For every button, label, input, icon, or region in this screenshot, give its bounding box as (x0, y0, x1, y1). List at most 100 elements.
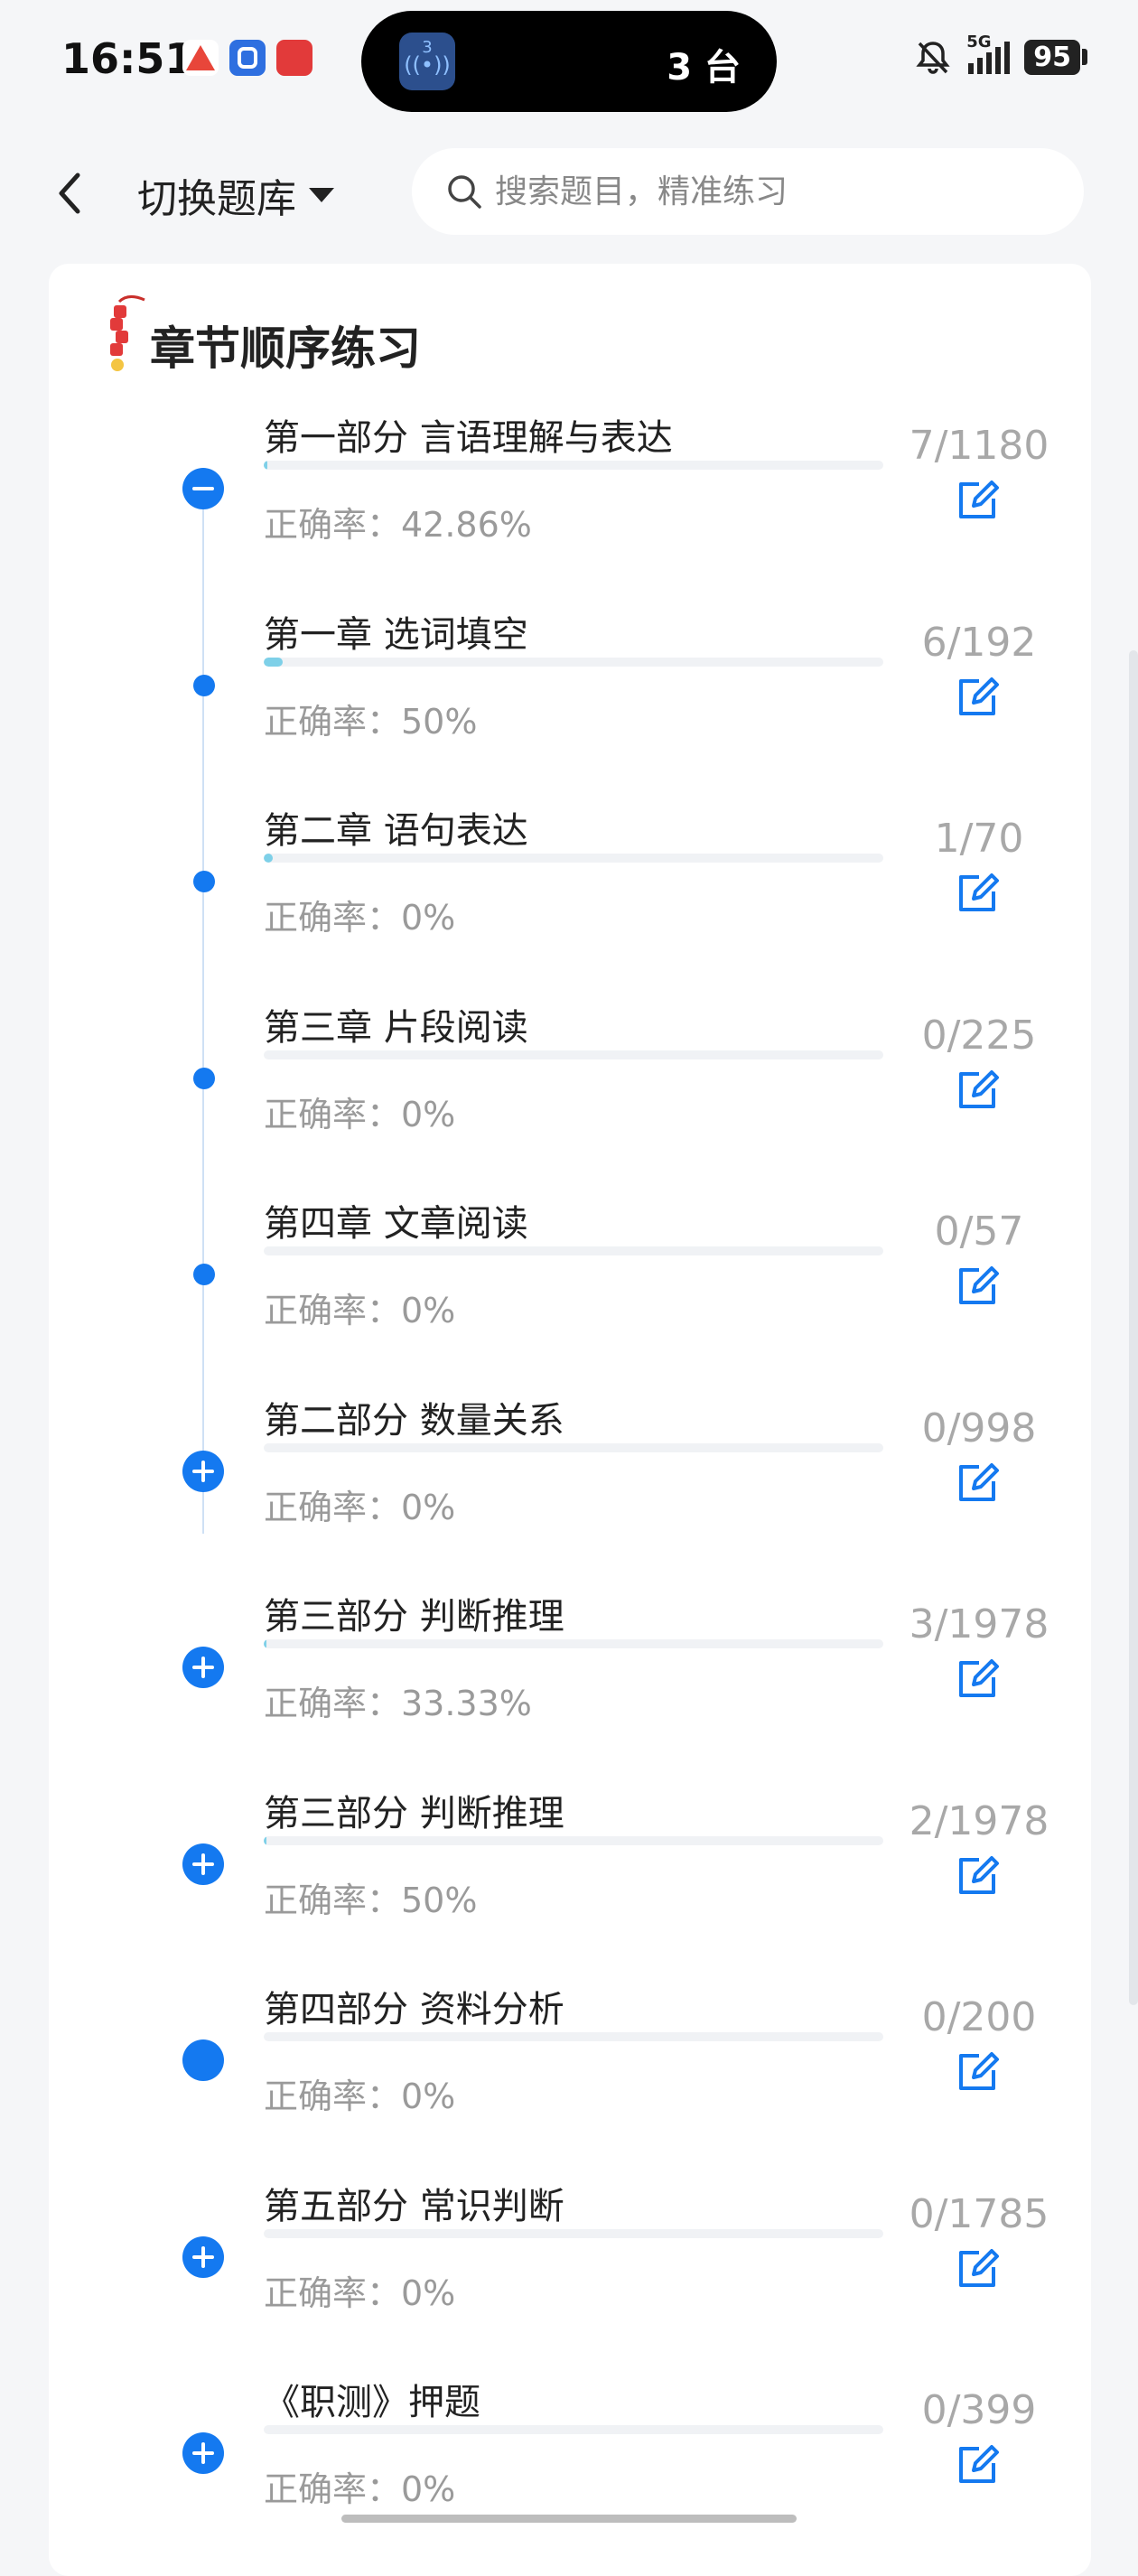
island-text: 3 台 (667, 47, 741, 89)
progress-count: 0/225 (921, 1012, 1037, 1059)
progress-count: 1/70 (934, 816, 1024, 862)
edit-icon[interactable] (952, 2440, 1003, 2490)
edit-icon[interactable] (952, 1458, 1003, 1508)
chapter-title: 第二部分 数量关系 (264, 1399, 564, 1442)
broadcast-icon: 3 ((•)) (399, 33, 455, 90)
chapter-title: 第一章 选词填空 (264, 613, 528, 656)
chapter-title: 第五部分 常识判断 (264, 2185, 564, 2227)
expand-icon[interactable] (182, 1843, 224, 1885)
chapter-title: 第三部分 判断推理 (264, 1792, 564, 1834)
dynamic-island[interactable]: 3 ((•)) 3 台 (361, 11, 777, 112)
expand-icon[interactable] (182, 1647, 224, 1688)
progress-count: 7/1180 (909, 423, 1049, 469)
chapter-card: 章节顺序练习 第一部分 言语理解与表达 正确率：42.86% 7/1180 第一… (49, 264, 1091, 2576)
progress-bar (264, 2032, 883, 2041)
accuracy-text: 正确率：0% (264, 2273, 456, 2313)
edit-icon[interactable] (952, 1654, 1003, 1704)
waves-glyph: ((•)) (404, 52, 451, 78)
progress-count: 3/1978 (909, 1601, 1049, 1647)
progress-fill (264, 854, 273, 863)
edit-icon[interactable] (952, 2047, 1003, 2097)
edit-icon[interactable] (952, 475, 1003, 526)
chapter-title: 第三章 片段阅读 (264, 1006, 528, 1049)
chapter-row-2[interactable]: 第一章 选词填空 正确率：50% 6/192 (49, 593, 1091, 789)
collapse-icon[interactable] (182, 468, 224, 509)
search-input[interactable] (493, 172, 1039, 211)
progress-bar (264, 2228, 883, 2238)
chapter-row-6[interactable]: 第二部分 数量关系 正确率：0% 0/998 (49, 1378, 1091, 1575)
progress-bar (264, 1246, 883, 1255)
timeline-dot (193, 674, 215, 696)
progress-bar (264, 1639, 883, 1648)
accuracy-text: 正确率：0% (264, 2469, 456, 2509)
notification-icons (182, 40, 312, 76)
progress-bar (264, 1050, 883, 1059)
accuracy-text: 正确率：42.86% (264, 505, 532, 545)
progress-count: 2/1978 (909, 1797, 1049, 1844)
chapter-row-4[interactable]: 第三章 片段阅读 正确率：0% 0/225 (49, 985, 1091, 1182)
expand-icon[interactable] (182, 2432, 224, 2474)
timeline-dot (193, 1067, 215, 1089)
progress-bar (264, 1835, 883, 1845)
progress-bar (264, 2425, 883, 2434)
network-type: 5G (966, 33, 992, 51)
chapter-row-5[interactable]: 第四章 文章阅读 正确率：0% 0/57 (49, 1181, 1091, 1378)
battery-nub (1082, 49, 1087, 65)
progress-bar (264, 657, 883, 667)
switch-bank-label: 切换题库 (137, 176, 296, 222)
progress-fill (264, 1835, 266, 1845)
chapter-row-8[interactable]: 第三部分 判断推理 正确率：50% 2/1978 (49, 1771, 1091, 1968)
firecracker-icon (110, 295, 145, 371)
edit-icon[interactable] (952, 2244, 1003, 2294)
app-notification-icon (182, 40, 219, 76)
edit-icon[interactable] (952, 1261, 1003, 1311)
timeline-node[interactable] (182, 2039, 224, 2081)
search-bar[interactable] (412, 148, 1084, 235)
chapter-title: 第二章 语句表达 (264, 810, 528, 852)
chapter-title: 第四部分 资料分析 (264, 1989, 564, 2030)
scrollbar[interactable] (1129, 650, 1138, 2005)
switch-bank-dropdown[interactable]: 切换题库 (137, 166, 336, 224)
progress-count: 0/57 (934, 1209, 1024, 1255)
progress-count: 0/1785 (909, 2190, 1049, 2237)
chevron-left-icon (59, 173, 80, 214)
expand-icon[interactable] (182, 2235, 224, 2278)
chapter-title: 第四章 文章阅读 (264, 1203, 528, 1245)
back-button[interactable] (52, 168, 89, 222)
progress-count: 0/998 (921, 1405, 1037, 1451)
accuracy-text: 正确率：0% (264, 1094, 456, 1134)
accuracy-text: 正确率：0% (264, 1487, 456, 1527)
progress-count: 0/200 (921, 1994, 1037, 2040)
app-notification-icon (229, 40, 266, 76)
accuracy-text: 正确率：0% (264, 1291, 456, 1330)
edit-icon[interactable] (952, 1065, 1003, 1115)
chapter-row-7[interactable]: 第三部分 判断推理 正确率：33.33% 3/1978 (49, 1574, 1091, 1771)
chapter-row-10[interactable]: 第五部分 常识判断 正确率：0% 0/1785 (49, 2164, 1091, 2361)
edit-icon[interactable] (952, 1851, 1003, 1901)
bell-muted-icon (916, 42, 950, 74)
home-indicator[interactable] (341, 2515, 797, 2523)
app-notification-icon (276, 40, 312, 76)
timeline-dot (193, 1264, 215, 1285)
battery-level: 95 (1024, 39, 1080, 75)
signal-icon: 5G (966, 33, 1011, 74)
progress-fill (264, 657, 284, 667)
chapter-row-11[interactable]: 《职测》押题 正确率：0% 0/399 (49, 2360, 1091, 2557)
chapter-row-3[interactable]: 第二章 语句表达 正确率：0% 1/70 (49, 789, 1091, 985)
progress-bar (264, 461, 883, 470)
progress-fill (264, 1639, 266, 1648)
edit-icon[interactable] (952, 672, 1003, 723)
chapter-row-9[interactable]: 第四部分 资料分析 正确率：0% 0/200 (49, 1967, 1091, 2164)
expand-icon[interactable] (182, 1450, 224, 1492)
status-time: 16:51 (61, 34, 194, 83)
search-icon (448, 175, 481, 209)
chapter-row-1[interactable]: 第一部分 言语理解与表达 正确率：42.86% 7/1180 (49, 396, 1091, 593)
section-title: 章节顺序练习 (150, 322, 421, 375)
system-indicators: 5G 95 (914, 33, 1087, 76)
accuracy-text: 正确率：50% (264, 701, 478, 742)
progress-bar (264, 854, 883, 863)
edit-icon[interactable] (952, 868, 1003, 919)
accuracy-text: 正确率：0% (264, 2077, 456, 2116)
progress-bar (264, 1442, 883, 1452)
accuracy-text: 正确率：0% (264, 898, 456, 938)
